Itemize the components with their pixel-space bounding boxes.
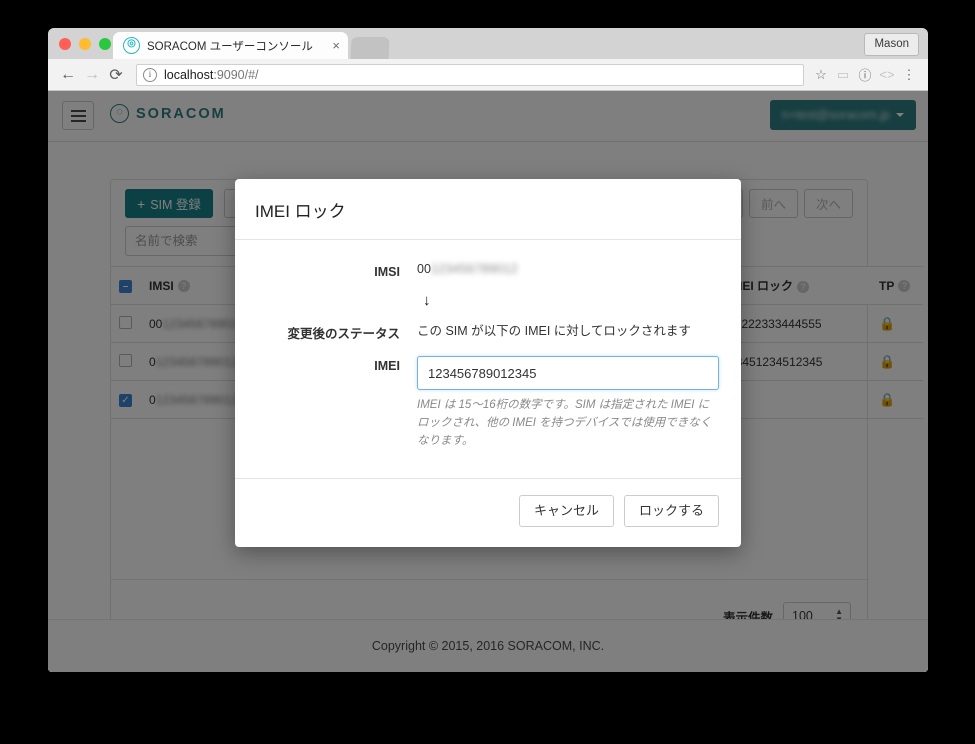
page-info-icon[interactable]: i	[143, 68, 157, 82]
soracom-favicon-icon: ◎	[123, 37, 140, 54]
status-value: この SIM が以下の IMEI に対してロックされます	[417, 320, 719, 339]
address-bar[interactable]: i localhost:9090/#/	[136, 64, 804, 86]
browser-toolbar: ← → ⟳ i localhost:9090/#/ ☆ ▭ ⓘ <> ⋮	[48, 59, 928, 91]
browser-tab-title: SORACOM ユーザーコンソール	[147, 38, 328, 54]
back-icon[interactable]: ←	[56, 63, 80, 87]
reload-icon[interactable]: ⟳	[104, 63, 128, 87]
close-window-button[interactable]	[59, 38, 71, 50]
forward-icon[interactable]: →	[80, 63, 104, 87]
url-host: localhost	[164, 68, 213, 82]
imei-lock-modal: IMEI ロック IMSI 00123456789012 ↓ 変更後のステータス…	[235, 179, 741, 547]
imsi-row: IMSI 00123456789012	[257, 262, 719, 279]
url-path: :9090/#/	[213, 68, 258, 82]
cancel-button[interactable]: キャンセル	[519, 495, 614, 527]
imei-row: IMEI IMEI は 15〜16桁の数字です。SIM は指定された IMEI …	[257, 356, 719, 450]
status-label: 変更後のステータス	[257, 320, 417, 342]
browser-profile-button[interactable]: Mason	[864, 33, 919, 56]
browser-tab-active[interactable]: ◎ SORACOM ユーザーコンソール ×	[113, 32, 348, 59]
imsi-label: IMSI	[257, 262, 417, 279]
address-bar-url: localhost:9090/#/	[164, 68, 259, 82]
imei-help-text: IMEI は 15〜16桁の数字です。SIM は指定された IMEI にロックさ…	[417, 397, 717, 450]
chrome-menu-icon[interactable]: ⋮	[898, 64, 920, 86]
imsi-value: 00123456789012	[417, 262, 719, 276]
page-viewport: ◌ SORACOM ホーム n+test@soracom.jp + SIM 登録…	[48, 91, 928, 672]
imsi-prefix: 00	[417, 262, 431, 276]
imei-input[interactable]	[417, 356, 719, 390]
extension-circle-icon[interactable]: ⓘ	[854, 64, 876, 86]
bookmark-star-icon[interactable]: ☆	[810, 64, 832, 86]
imei-field-wrap: IMEI は 15〜16桁の数字です。SIM は指定された IMEI にロックさ…	[417, 356, 719, 450]
devtools-icon[interactable]: <>	[876, 64, 898, 86]
maximize-window-button[interactable]	[99, 38, 111, 50]
browser-window: ◎ SORACOM ユーザーコンソール × Mason ← → ⟳ i loca…	[48, 28, 928, 672]
close-icon[interactable]: ×	[328, 38, 340, 53]
window-traffic-lights	[59, 38, 111, 50]
new-tab-button[interactable]	[351, 37, 390, 59]
modal-header: IMEI ロック	[235, 179, 741, 240]
lock-confirm-button[interactable]: ロックする	[624, 495, 719, 527]
browser-tab-strip: ◎ SORACOM ユーザーコンソール × Mason	[48, 28, 928, 59]
modal-body: IMSI 00123456789012 ↓ 変更後のステータス この SIM が…	[235, 240, 741, 478]
cast-icon[interactable]: ▭	[832, 64, 854, 86]
imei-label: IMEI	[257, 356, 417, 373]
status-row: 変更後のステータス この SIM が以下の IMEI に対してロックされます	[257, 320, 719, 342]
imsi-redacted: 123456789012	[431, 262, 518, 276]
modal-footer: キャンセル ロックする	[235, 478, 741, 547]
transition-arrow-row: ↓	[257, 293, 719, 308]
modal-title: IMEI ロック	[255, 197, 721, 222]
minimize-window-button[interactable]	[79, 38, 91, 50]
arrow-down-icon: ↓	[417, 293, 431, 308]
